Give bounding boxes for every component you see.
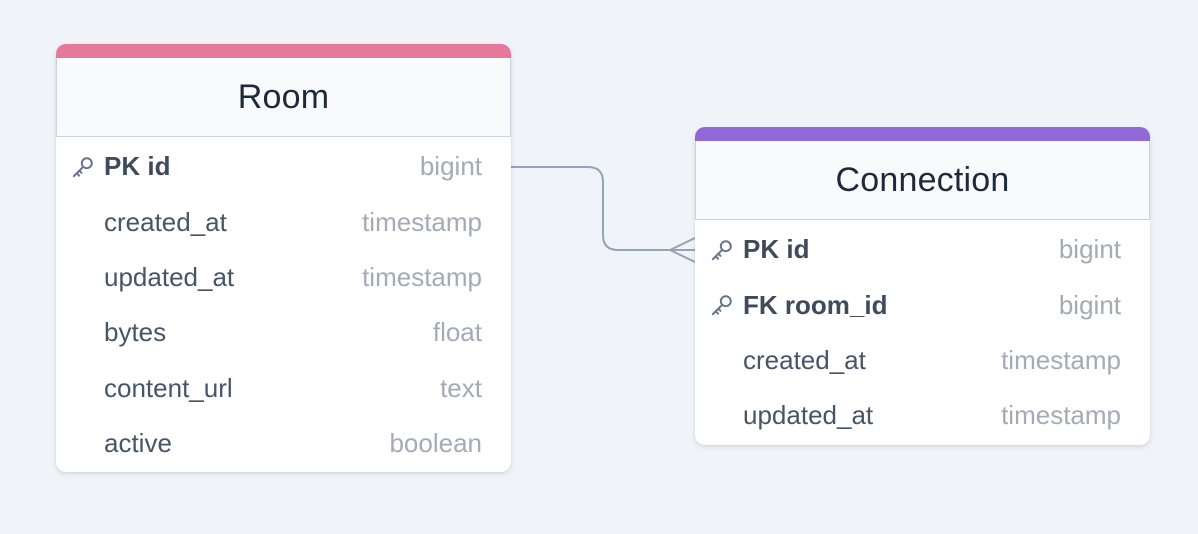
column-row[interactable]: active boolean <box>56 416 511 471</box>
room-table-header[interactable]: Room <box>56 58 511 137</box>
column-name: bytes <box>104 317 167 348</box>
key-icon <box>72 156 93 177</box>
room-table[interactable]: Room PK id bigint created_at timestamp updat… <box>56 44 511 472</box>
column-type: bigint <box>1058 289 1121 320</box>
column-name: updated_at <box>743 400 874 431</box>
column-name: PK id <box>743 234 810 265</box>
column-row[interactable]: PK id bigint <box>56 139 511 194</box>
column-row[interactable]: PK id bigint <box>695 222 1150 277</box>
column-row[interactable]: FK room_id bigint <box>695 277 1150 332</box>
column-row[interactable]: content_url text <box>56 361 511 416</box>
column-type: text <box>440 372 482 403</box>
column-name: updated_at <box>104 261 235 292</box>
column-row[interactable]: bytes float <box>56 305 511 360</box>
column-name: PK id <box>104 151 171 182</box>
connection-table-columns: PK id bigint FK room_id bigint created_at tim… <box>695 220 1150 444</box>
column-name: content_url <box>104 372 233 403</box>
column-type: timestamp <box>362 261 482 292</box>
column-row[interactable]: created_at timestamp <box>695 333 1150 388</box>
column-row[interactable]: updated_at timestamp <box>695 388 1150 443</box>
connection-table-title: Connection <box>835 160 1010 199</box>
relationship-line <box>511 166 695 251</box>
column-type: bigint <box>1058 234 1121 265</box>
connection-table[interactable]: Connection PK id bigint FK room_id bigint cr… <box>695 127 1150 445</box>
column-type: float <box>432 317 482 348</box>
room-table-accent-bar <box>56 44 511 58</box>
column-type: timestamp <box>362 206 482 237</box>
column-name: created_at <box>104 206 227 237</box>
crows-foot-many-marker <box>669 237 696 263</box>
column-type: bigint <box>419 151 482 182</box>
column-name: created_at <box>743 344 866 375</box>
room-table-columns: PK id bigint created_at timestamp updated_at… <box>56 137 511 471</box>
column-row[interactable]: created_at timestamp <box>56 194 511 249</box>
column-type: timestamp <box>1001 344 1121 375</box>
key-icon <box>711 295 732 316</box>
column-type: timestamp <box>1001 400 1121 431</box>
column-name: FK room_id <box>743 289 888 320</box>
key-icon <box>711 239 732 260</box>
column-name: active <box>104 428 172 459</box>
connection-table-header[interactable]: Connection <box>695 141 1150 220</box>
column-type: boolean <box>389 428 482 459</box>
room-table-title: Room <box>237 77 330 116</box>
column-row[interactable]: updated_at timestamp <box>56 250 511 305</box>
connection-table-accent-bar <box>695 127 1150 141</box>
